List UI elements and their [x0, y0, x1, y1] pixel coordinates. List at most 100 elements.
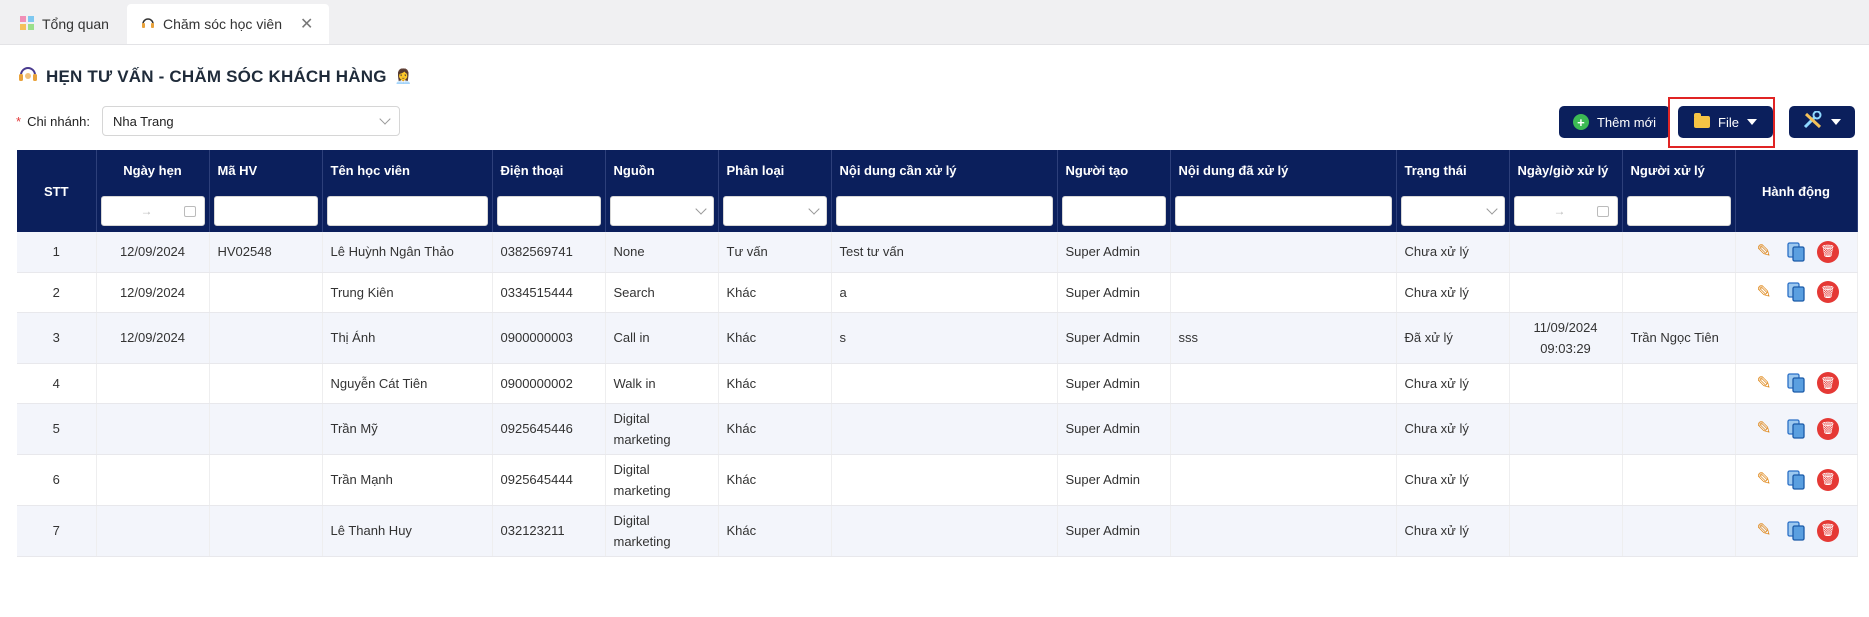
- copy-icon[interactable]: [1785, 241, 1807, 263]
- tab-overview[interactable]: Tổng quan: [6, 4, 123, 44]
- delete-icon[interactable]: 🗑: [1817, 468, 1839, 491]
- header-creator[interactable]: Người tạo: [1057, 150, 1171, 190]
- header-name[interactable]: Tên học viên: [322, 150, 493, 190]
- header-date[interactable]: Ngày hẹn: [96, 150, 210, 190]
- handled-range-filter[interactable]: →: [1513, 196, 1618, 226]
- cell-stt: 2: [17, 272, 97, 313]
- table-row[interactable]: 4 Nguyễn Cát Tiên 0900000002 Walk in Khác Sup…: [17, 363, 1858, 404]
- filter-code-cell: [209, 190, 323, 232]
- cell-date: 12/09/2024: [96, 312, 210, 364]
- header-done[interactable]: Nội dung đã xử lý: [1170, 150, 1397, 190]
- chevron-down-icon: [379, 113, 391, 125]
- done-filter-input[interactable]: [1174, 196, 1392, 226]
- delete-icon[interactable]: 🗑: [1817, 281, 1839, 303]
- cell-phone: 0900000002: [492, 363, 606, 404]
- edit-icon[interactable]: ✎: [1753, 241, 1775, 263]
- type-filter-select[interactable]: [722, 196, 827, 226]
- source-filter-select[interactable]: [609, 196, 714, 226]
- cell-actions: ✎ 🗑: [1735, 272, 1858, 313]
- filter-name-cell: [322, 190, 493, 232]
- cell-handler: [1622, 272, 1736, 313]
- table-row[interactable]: 6 Trần Mạnh 0925645444 Digital marketing Khá…: [17, 454, 1858, 506]
- cell-creator: Super Admin: [1057, 454, 1171, 506]
- cell-source: Walk in: [605, 363, 719, 404]
- header-type[interactable]: Phân loại: [718, 150, 832, 190]
- cell-code: HV02548: [209, 232, 323, 273]
- delete-icon[interactable]: 🗑: [1817, 372, 1839, 394]
- cell-creator: Super Admin: [1057, 232, 1171, 273]
- cell-stt: 6: [17, 454, 97, 506]
- cell-creator: Super Admin: [1057, 272, 1171, 313]
- edit-icon[interactable]: ✎: [1753, 520, 1775, 542]
- name-filter-input[interactable]: [326, 196, 488, 226]
- tools-dropdown-button[interactable]: [1789, 106, 1855, 138]
- copy-icon[interactable]: [1785, 281, 1807, 303]
- copy-icon[interactable]: [1785, 520, 1807, 542]
- table-body: 1 12/09/2024 HV02548 Lê Huỳnh Ngân Thảo 0382…: [17, 232, 1858, 557]
- cell-phone: 0925645444: [492, 454, 606, 506]
- handler-filter-input[interactable]: [1626, 196, 1731, 226]
- header-actions: Hành động: [1735, 150, 1858, 232]
- status-filter-select[interactable]: [1400, 196, 1505, 226]
- edit-icon[interactable]: ✎: [1753, 281, 1775, 303]
- delete-icon[interactable]: 🗑: [1817, 519, 1839, 542]
- cell-done: [1170, 232, 1397, 273]
- edit-icon[interactable]: ✎: [1753, 372, 1775, 394]
- cell-name: Trần Mỹ: [322, 403, 493, 455]
- edit-icon[interactable]: ✎: [1753, 418, 1775, 440]
- cell-phone: 0382569741: [492, 232, 606, 273]
- header-handler[interactable]: Người xử lý: [1622, 150, 1736, 190]
- date-range-filter[interactable]: →: [100, 196, 205, 226]
- cell-date: [96, 363, 210, 404]
- cell-actions: ✎ 🗑: [1735, 505, 1858, 557]
- copy-icon[interactable]: [1785, 469, 1807, 491]
- cell-name: Trung Kiên: [322, 272, 493, 313]
- delete-icon[interactable]: 🗑: [1817, 240, 1839, 263]
- cell-todo: [831, 363, 1058, 404]
- cell-name: Thị Ánh: [322, 312, 493, 364]
- cell-todo: [831, 505, 1058, 557]
- add-button[interactable]: + Thêm mới: [1558, 106, 1671, 138]
- filter-todo-cell: [831, 190, 1058, 232]
- delete-icon[interactable]: 🗑: [1817, 417, 1839, 440]
- cell-type: Khác: [718, 363, 832, 404]
- chevron-down-icon: [807, 203, 820, 215]
- header-source[interactable]: Nguồn: [605, 150, 719, 190]
- todo-filter-input[interactable]: [835, 196, 1053, 226]
- code-filter-input[interactable]: [213, 196, 318, 226]
- cell-stt: 3: [17, 312, 97, 364]
- table-row[interactable]: 2 12/09/2024 Trung Kiên 0334515444 Search Khá…: [17, 272, 1858, 313]
- header-todo[interactable]: Nội dung cần xử lý: [831, 150, 1058, 190]
- cell-date: 12/09/2024: [96, 272, 210, 313]
- headset-icon: [18, 64, 38, 89]
- cell-done: [1170, 505, 1397, 557]
- close-icon[interactable]: ✕: [300, 14, 313, 34]
- cell-actions: ✎ 🗑: [1735, 454, 1858, 506]
- edit-icon[interactable]: ✎: [1753, 469, 1775, 491]
- creator-filter-input[interactable]: [1061, 196, 1166, 226]
- table-row[interactable]: 3 12/09/2024 Thị Ánh 0900000003 Call in Khác s…: [17, 312, 1858, 364]
- data-table: STT Ngày hẹn Mã HV Tên học viên Điện tho…: [17, 150, 1858, 557]
- cell-phone: 032123211: [492, 505, 606, 557]
- file-dropdown-button[interactable]: File: [1678, 106, 1773, 138]
- filter-source-cell: [605, 190, 719, 232]
- phone-filter-input[interactable]: [496, 196, 601, 226]
- copy-icon[interactable]: [1785, 372, 1807, 394]
- table-row[interactable]: 5 Trần Mỹ 0925645446 Digital marketing Khác S…: [17, 403, 1858, 455]
- table-row[interactable]: 7 Lê Thanh Huy 032123211 Digital marketing K…: [17, 505, 1858, 557]
- header-stt: STT: [17, 150, 97, 232]
- header-handled-at[interactable]: Ngày/giờ xử lý: [1509, 150, 1623, 190]
- branch-select[interactable]: Nha Trang: [101, 106, 400, 136]
- table-row[interactable]: 1 12/09/2024 HV02548 Lê Huỳnh Ngân Thảo 0382…: [17, 232, 1858, 273]
- calendar-icon: [1596, 205, 1609, 217]
- cell-actions: ✎ 🗑: [1735, 363, 1858, 404]
- add-label: Thêm mới: [1596, 114, 1657, 130]
- cell-phone: 0334515444: [492, 272, 606, 313]
- cell-date: [96, 505, 210, 557]
- header-phone[interactable]: Điện thoại: [492, 150, 606, 190]
- tab-student-care[interactable]: Chăm sóc học viên ✕: [126, 4, 330, 44]
- cell-todo: s: [831, 312, 1058, 364]
- header-code[interactable]: Mã HV: [209, 150, 323, 190]
- copy-icon[interactable]: [1785, 418, 1807, 440]
- header-status[interactable]: Trạng thái: [1396, 150, 1510, 190]
